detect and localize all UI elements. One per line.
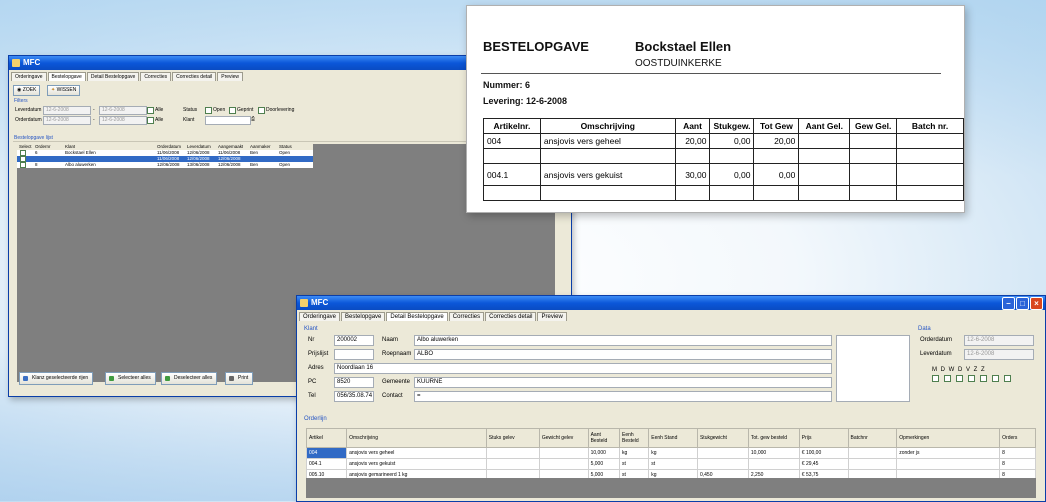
uncheck-icon	[165, 376, 170, 381]
grid-empty-area[interactable]	[306, 478, 1036, 498]
klant-field[interactable]	[205, 116, 251, 125]
tab-strip: Orderingave Bestelopgave Detail Bestelop…	[297, 310, 1045, 321]
klanz-geselecteerde-rijen-button[interactable]: Klanz geselecteerde rijen	[19, 372, 94, 385]
tel-field[interactable]: 056/35.08.74	[334, 391, 374, 402]
levering-label: Levering: 12-6-2008	[483, 96, 568, 106]
bestelopgave-report: BESTELOPGAVE Bockstael Ellen OOSTDUINKER…	[466, 5, 965, 213]
report-customer-town: OOSTDUINKERKE	[635, 58, 722, 69]
wissen-button[interactable]: ✦ WISSEN	[47, 85, 81, 96]
pc-field[interactable]: 8520	[334, 377, 374, 388]
tab-bestelopgave[interactable]: Bestelopgave	[341, 312, 386, 321]
broom-icon: ✦	[51, 87, 56, 93]
detail-bestelopgave-window: MFC – □ × Orderingave Bestelopgave Detai…	[296, 295, 1046, 502]
zoek-button[interactable]: ◉ ZOEK	[13, 85, 41, 96]
printer-icon	[229, 376, 234, 381]
binoculars-icon: ◉	[17, 87, 22, 93]
report-title: BESTELOPGAVE	[483, 39, 589, 54]
klant-group-title: Klant	[304, 326, 318, 332]
tab-preview[interactable]: Preview	[537, 312, 567, 321]
report-table-header: Artikelnr. Omschrijving Aant Stukgew. To…	[483, 118, 964, 134]
print-button[interactable]: Print	[225, 372, 254, 385]
tab-preview[interactable]: Preview	[217, 72, 244, 81]
window-title-bar[interactable]: MFC – □ ×	[297, 296, 1045, 310]
leverdatum-to-field[interactable]: 12-6-2008	[99, 106, 147, 115]
table-row-blank	[483, 185, 964, 201]
tab-correcties-detail[interactable]: Correcties detail	[485, 312, 537, 321]
orderdatum-alle-checkbox[interactable]	[147, 117, 154, 124]
tab-correcties[interactable]: Correcties	[448, 312, 485, 321]
app-icon	[12, 59, 20, 67]
table-row-selected[interactable]: 004 ansjovis vers geheel 10,000 kg kg 10…	[305, 447, 1036, 459]
window-title: MFC	[23, 58, 41, 67]
status-label: Status	[183, 107, 198, 113]
leverdatum-alle-checkbox[interactable]	[147, 107, 154, 114]
klant-label: Klant	[183, 117, 195, 123]
tab-bestelopgave[interactable]: Bestelopgave	[47, 72, 86, 81]
roepnaam-field[interactable]: ALBO	[414, 349, 832, 360]
orderlijn-group-title: Orderlijn	[304, 416, 327, 422]
weekday-checkboxes[interactable]	[930, 375, 1020, 382]
orderlijn-table[interactable]: Artikel Omschrijving Stuks gelev Gewicht…	[305, 428, 1036, 481]
detail-panel: Klant Nr 200002 Naam Albo aluwerken Prij…	[300, 326, 1042, 499]
nummer-value: 6	[525, 80, 531, 90]
check-icon	[109, 376, 114, 381]
levering-value: 12-6-2008	[526, 96, 568, 106]
prijslijst-field[interactable]	[334, 349, 374, 360]
nummer-label: Nummer: 6	[483, 80, 531, 90]
contact-field[interactable]: =	[414, 391, 832, 402]
tab-orderingave[interactable]: Orderingave	[299, 312, 341, 321]
printer-icon[interactable]: ⎙	[251, 116, 255, 122]
report-table: Artikelnr. Omschrijving Aant Stukgew. To…	[483, 118, 964, 201]
divider	[481, 73, 941, 74]
orderdatum-label: Orderdatum	[15, 117, 42, 123]
tab-detail-bestelopgave[interactable]: Detail Bestelopgave	[86, 72, 140, 81]
tab-detail-bestelopgave[interactable]: Detail Bestelopgave	[386, 312, 448, 321]
leverdatum-field[interactable]: 12-6-2008	[964, 349, 1034, 360]
table-row[interactable]: 8 Albo aluwerken 12/06/2008 13/06/2008 1…	[17, 162, 313, 168]
status-geprint-checkbox[interactable]	[229, 107, 236, 114]
orderdatum-to-field[interactable]: 12-6-2008	[99, 116, 147, 125]
window-title: MFC	[311, 298, 329, 307]
weekday-labels: M D W D V Z Z	[932, 367, 986, 373]
status-doorlevering-checkbox[interactable]	[258, 107, 265, 114]
list-icon	[23, 376, 28, 381]
leverdatum-label: Leverdatum	[15, 107, 42, 113]
row-select-checkbox[interactable]	[20, 162, 26, 168]
close-button[interactable]: ×	[1030, 297, 1043, 310]
data-group-title: Data	[918, 326, 931, 332]
app-icon	[300, 299, 308, 307]
filters-group-title: Filters	[14, 98, 28, 104]
klant-naam-field[interactable]: Albo aluwerken	[414, 335, 832, 346]
orderdatum-from-field[interactable]: 12-6-2008	[43, 116, 91, 125]
orderdatum-field[interactable]: 12-6-2008	[964, 335, 1034, 346]
table-row-blank	[483, 148, 964, 164]
tab-orderingave[interactable]: Orderingave	[11, 72, 47, 81]
tab-correcties[interactable]: Correcties	[140, 72, 172, 81]
table-row: 004 ansjovis vers geheel 20,00 0,00 20,0…	[483, 133, 964, 149]
minimize-button[interactable]: –	[1002, 297, 1015, 310]
maximize-button[interactable]: □	[1016, 297, 1029, 310]
tab-correcties-detail[interactable]: Correcties detail	[172, 72, 217, 81]
adres-field[interactable]: Noordlaan 16	[334, 363, 832, 374]
selecteer-alles-button[interactable]: Selecteer alles	[105, 372, 156, 385]
report-customer-name: Bockstael Ellen	[635, 39, 732, 54]
table-row: 004.1 ansjovis vers gekuist 30,00 0,00 0…	[483, 163, 964, 186]
opmerking-box[interactable]	[836, 335, 910, 402]
deselecteer-alles-button[interactable]: Deselecteer alles	[161, 372, 218, 385]
status-open-checkbox[interactable]	[205, 107, 212, 114]
table-row[interactable]: 004.1 ansjovis vers gekuist 5,000 st st …	[305, 458, 1036, 470]
gemeente-field[interactable]: KUURNE	[414, 377, 832, 388]
klant-nr-field[interactable]: 200002	[334, 335, 374, 346]
orderlijn-header: Artikel Omschrijving Stuks gelev Gewicht…	[305, 428, 1036, 448]
leverdatum-from-field[interactable]: 12-6-2008	[43, 106, 91, 115]
